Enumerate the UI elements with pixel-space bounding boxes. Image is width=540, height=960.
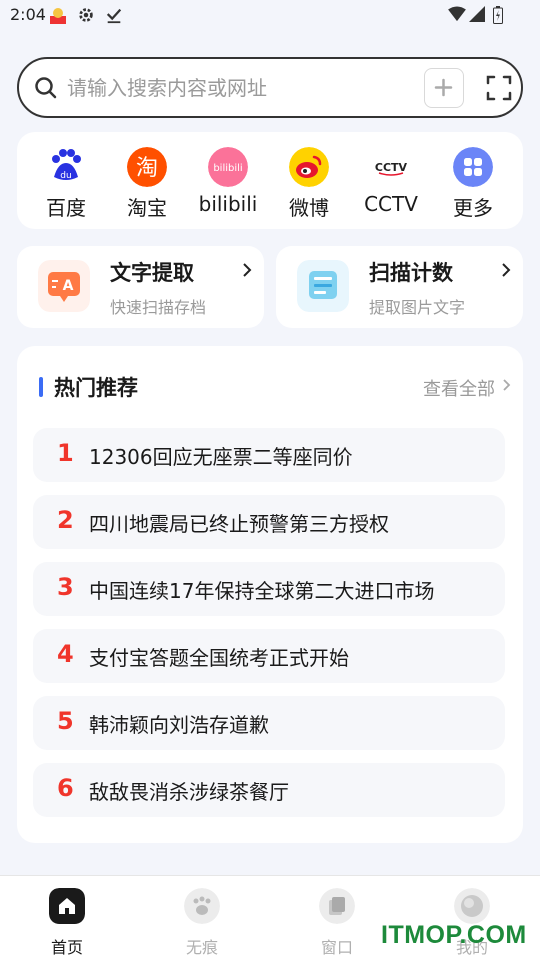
svg-text:CCTV: CCTV bbox=[375, 161, 408, 174]
view-all-link[interactable]: 查看全部 bbox=[423, 375, 495, 401]
search-bar[interactable] bbox=[17, 57, 523, 118]
hot-text: 韩沛颖向刘浩存道歉 bbox=[89, 713, 269, 737]
hot-item[interactable]: 1 12306回应无座票二等座同价 bbox=[33, 428, 505, 482]
hot-text: 敌敌畏消杀涉绿茶餐厅 bbox=[89, 780, 289, 804]
text-extract-card[interactable]: A 文字提取 快速扫描存档 bbox=[17, 246, 264, 328]
hot-text: 中国连续17年保持全球第二大进口市场 bbox=[89, 579, 435, 603]
shortcut-label: CCTV bbox=[364, 192, 418, 216]
shortcut-label: 淘宝 bbox=[127, 196, 167, 220]
plus-icon bbox=[434, 78, 453, 97]
nav-incognito[interactable]: 无痕 bbox=[152, 876, 252, 960]
shortcut-label: 微博 bbox=[289, 196, 329, 220]
scan-frame-icon bbox=[486, 75, 512, 101]
nav-windows[interactable]: 窗口 bbox=[287, 876, 387, 960]
nav-home[interactable]: 首页 bbox=[17, 876, 117, 960]
tool-subtitle: 快速扫描存档 bbox=[110, 298, 207, 317]
chevron-right-icon bbox=[502, 263, 511, 277]
status-time: 2:04 bbox=[10, 5, 46, 24]
hot-item[interactable]: 3 中国连续17年保持全球第二大进口市场 bbox=[33, 562, 505, 616]
shortcut-taobao[interactable]: 淘 淘宝 bbox=[107, 144, 187, 224]
hot-rank: 4 bbox=[57, 640, 74, 668]
section-title: 热门推荐 bbox=[54, 376, 138, 400]
svg-text:du: du bbox=[60, 171, 71, 181]
scan-button[interactable] bbox=[479, 68, 519, 108]
app-notification-icon bbox=[50, 8, 66, 24]
window-icon bbox=[319, 888, 355, 924]
download-done-icon bbox=[106, 8, 122, 24]
status-bar: 2:04 bbox=[0, 0, 540, 32]
hot-text: 12306回应无座票二等座同价 bbox=[89, 445, 353, 469]
settings-gear-icon bbox=[79, 8, 93, 22]
shortcuts-grid: du 百度 淘 淘宝 bilibili bilibili 微博 CCTV CCT… bbox=[17, 132, 523, 229]
cctv-icon: CCTV bbox=[375, 161, 408, 176]
home-icon bbox=[49, 888, 85, 924]
shortcut-bilibili[interactable]: bilibili bilibili bbox=[188, 144, 268, 224]
hot-rank: 3 bbox=[57, 573, 74, 601]
more-grid-icon bbox=[453, 147, 493, 187]
tool-subtitle: 提取图片文字 bbox=[369, 298, 466, 317]
shortcut-label: 百度 bbox=[46, 196, 86, 220]
shortcut-label: 更多 bbox=[453, 196, 493, 220]
shortcut-cctv[interactable]: CCTV CCTV bbox=[351, 144, 431, 224]
hot-text: 四川地震局已终止预警第三方授权 bbox=[89, 512, 389, 536]
nav-label: 首页 bbox=[50, 938, 83, 957]
hot-item[interactable]: 6 敌敌畏消杀涉绿茶餐厅 bbox=[33, 763, 505, 817]
tool-title: 扫描计数 bbox=[369, 261, 453, 285]
hot-recommendations: 热门推荐 查看全部 1 12306回应无座票二等座同价 2 四川地震局已终止预警… bbox=[17, 346, 523, 843]
svg-text:bilibili: bilibili bbox=[213, 163, 242, 174]
hot-text: 支付宝答题全国统考正式开始 bbox=[89, 646, 349, 670]
bilibili-icon: bilibili bbox=[208, 147, 248, 187]
nav-label: 窗口 bbox=[320, 938, 353, 957]
hot-rank: 2 bbox=[57, 506, 74, 534]
hot-item[interactable]: 2 四川地震局已终止预警第三方授权 bbox=[33, 495, 505, 549]
hot-item[interactable]: 5 韩沛颖向刘浩存道歉 bbox=[33, 696, 505, 750]
svg-text:A: A bbox=[63, 278, 74, 294]
nav-label: 无痕 bbox=[185, 938, 218, 957]
section-accent-bar bbox=[39, 377, 43, 397]
shortcut-more[interactable]: 更多 bbox=[433, 144, 513, 224]
hot-rank: 6 bbox=[57, 774, 74, 802]
baidu-icon: du bbox=[52, 149, 81, 181]
wifi-icon bbox=[448, 6, 466, 22]
chevron-right-icon bbox=[503, 379, 511, 391]
search-icon bbox=[35, 77, 57, 99]
text-extract-icon: A bbox=[38, 260, 90, 312]
chevron-right-icon bbox=[243, 263, 252, 277]
search-input[interactable] bbox=[67, 73, 407, 103]
tool-title: 文字提取 bbox=[110, 261, 194, 285]
svg-text:淘: 淘 bbox=[136, 156, 158, 181]
scan-count-card[interactable]: 扫描计数 提取图片文字 bbox=[276, 246, 523, 328]
shortcut-label: bilibili bbox=[198, 192, 258, 216]
signal-icon bbox=[469, 6, 485, 22]
battery-icon bbox=[493, 6, 503, 24]
shortcut-weibo[interactable]: 微博 bbox=[269, 144, 349, 224]
profile-icon bbox=[454, 888, 490, 924]
site-watermark: ITMOP.COM bbox=[381, 921, 527, 949]
weibo-icon bbox=[289, 147, 329, 187]
hot-rank: 5 bbox=[57, 707, 74, 735]
shortcut-baidu[interactable]: du 百度 bbox=[26, 144, 106, 224]
scan-count-icon bbox=[297, 260, 349, 312]
hot-item[interactable]: 4 支付宝答题全国统考正式开始 bbox=[33, 629, 505, 683]
add-tab-button[interactable] bbox=[424, 68, 464, 108]
taobao-icon: 淘 bbox=[127, 147, 167, 187]
paw-icon bbox=[184, 888, 220, 924]
hot-rank: 1 bbox=[57, 439, 74, 467]
